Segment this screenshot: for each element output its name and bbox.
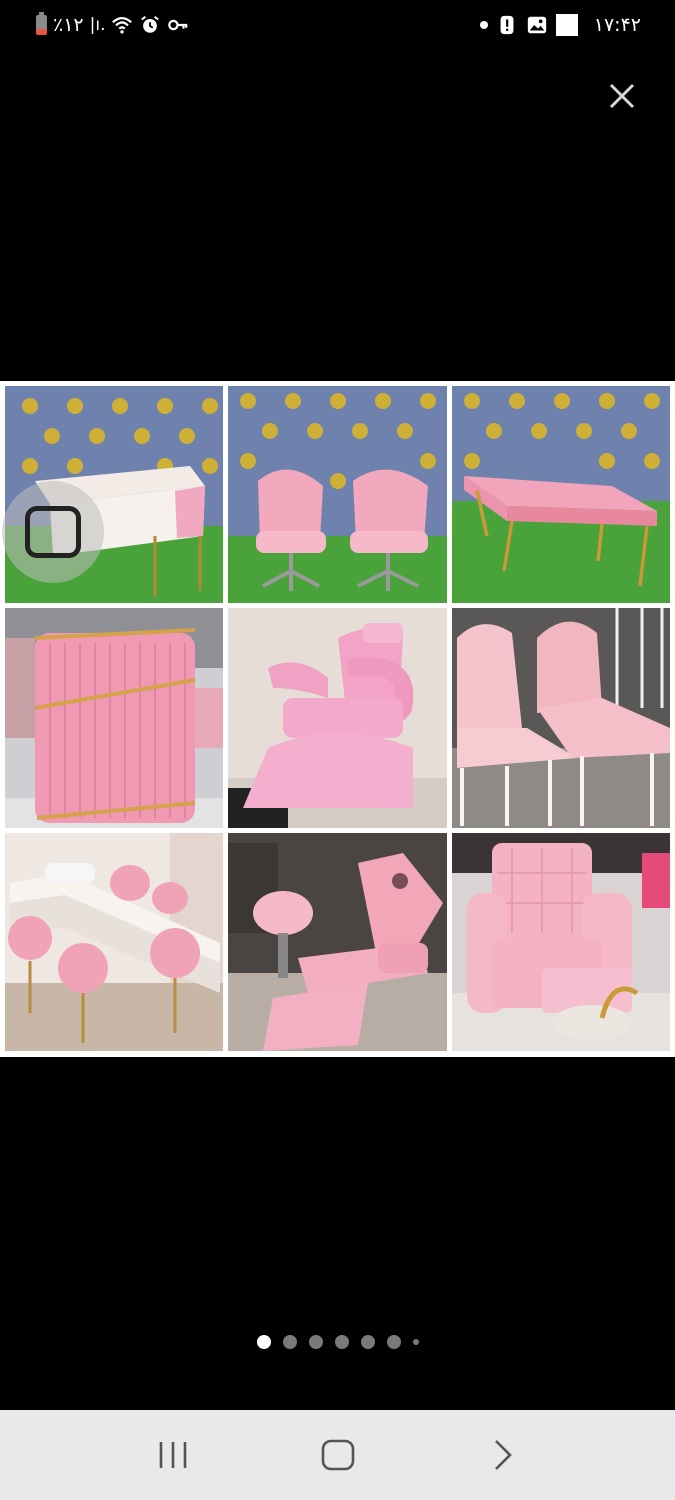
image-tile-facial-bed <box>228 833 447 1051</box>
home-icon <box>321 1439 354 1471</box>
clock: ۱۷:۴۲ <box>593 14 641 36</box>
close-icon <box>609 83 635 109</box>
page-dot-1[interactable] <box>256 1335 271 1349</box>
wifi-icon <box>112 17 133 34</box>
alarm-icon <box>141 15 160 33</box>
gallery-icon <box>527 16 546 34</box>
image-tile-salon-chairs <box>228 386 447 603</box>
page-dot-4[interactable] <box>334 1335 349 1349</box>
alert-icon <box>500 15 514 35</box>
page-dot-7[interactable] <box>412 1339 419 1345</box>
page-dot-6[interactable] <box>386 1335 401 1349</box>
back-button[interactable] <box>473 1425 533 1485</box>
image-tile-shampoo-chair <box>228 608 447 828</box>
notification-dot-icon <box>479 21 488 29</box>
signal-icon: |ı. <box>89 15 106 35</box>
image-tile-massage-beds <box>452 608 670 828</box>
image-tile-pedicure-chair <box>452 833 670 1051</box>
image-tile-reception-counter <box>5 608 223 828</box>
white-square-icon <box>555 14 578 36</box>
status-left: ٪۱۲ |ı. <box>36 12 189 38</box>
system-navigation-bar <box>0 1410 675 1500</box>
image-tile-nail-bar <box>5 833 223 1051</box>
image-pagination <box>0 1332 675 1352</box>
image-tile-tufted-bench <box>452 386 670 603</box>
page-dot-2[interactable] <box>282 1335 297 1349</box>
battery-percentage: ٪۱۲ <box>53 14 84 36</box>
close-button[interactable] <box>604 78 640 114</box>
floating-home-button[interactable] <box>2 481 104 583</box>
status-bar: ٪۱۲ |ı. ۱۷:۴۲ <box>0 0 675 50</box>
home-button[interactable] <box>308 1425 368 1485</box>
page-dot-5[interactable] <box>360 1335 375 1349</box>
page-dot-3[interactable] <box>308 1335 323 1349</box>
status-right: ۱۷:۴۲ <box>479 12 641 38</box>
battery-icon <box>36 12 47 35</box>
back-icon <box>494 1440 512 1470</box>
square-icon <box>25 506 81 558</box>
recents-button[interactable] <box>143 1425 203 1485</box>
product-image[interactable] <box>0 381 675 1057</box>
vpn-key-icon <box>168 19 188 31</box>
recents-icon <box>159 1442 186 1468</box>
